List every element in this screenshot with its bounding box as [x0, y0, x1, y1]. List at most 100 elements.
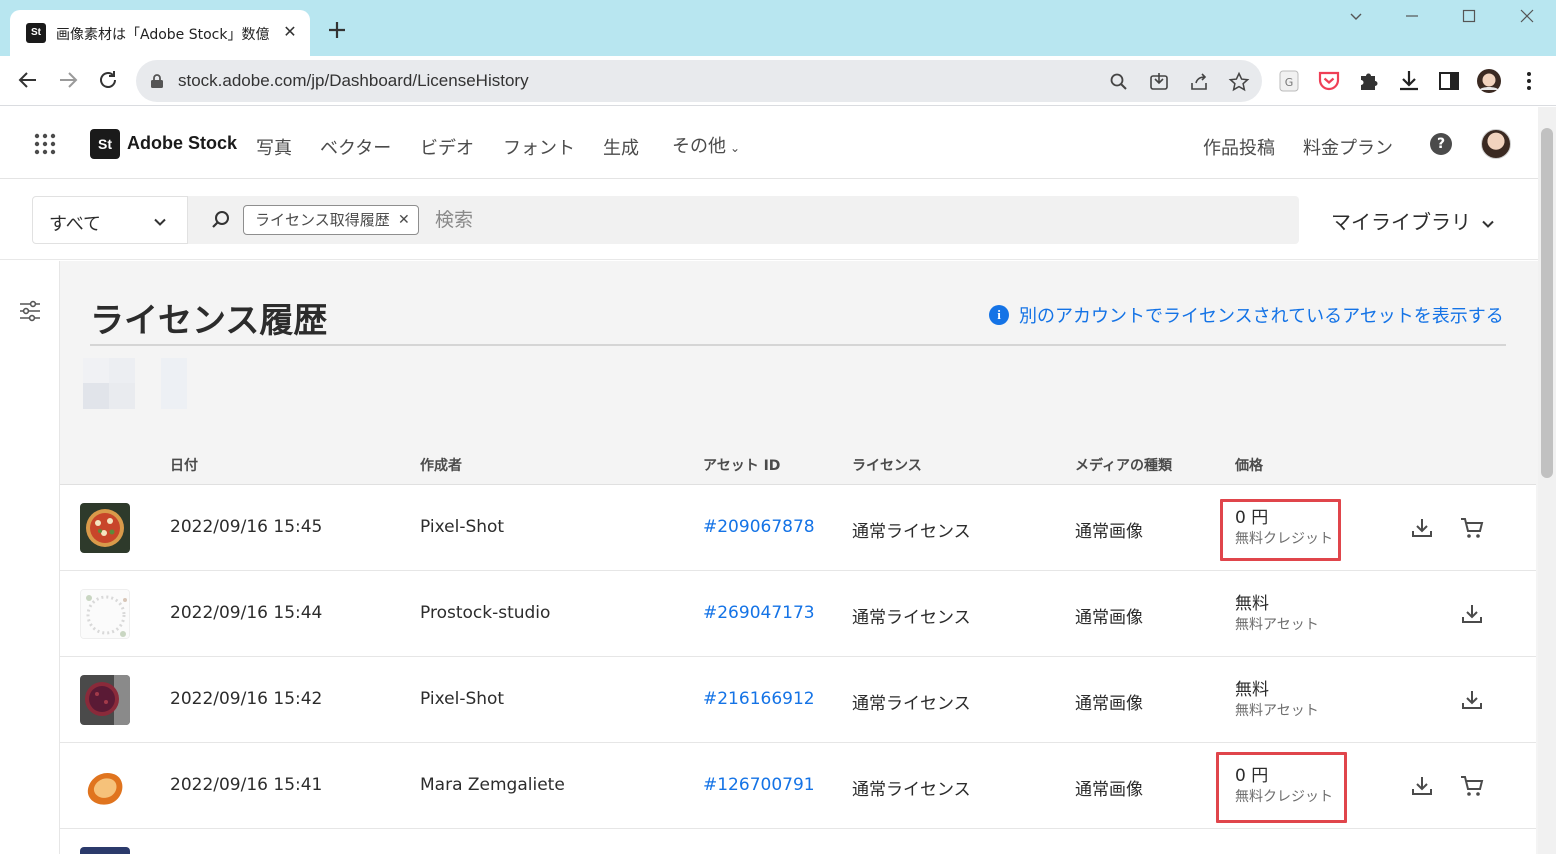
asset-thumbnail[interactable] — [80, 589, 130, 639]
browser-tab[interactable]: St 画像素材は「Adobe Stock」数億点 ✕ — [10, 10, 310, 56]
nav-fonts[interactable]: フォント — [503, 134, 575, 160]
nav-photos[interactable]: 写真 — [256, 134, 292, 160]
row-date: 2022/09/16 15:45 — [170, 517, 323, 537]
filter-chip-label: ライセンス取得履歴 — [255, 211, 390, 229]
asset-thumbnail[interactable] — [80, 847, 130, 854]
extensions-puzzle-icon[interactable] — [1356, 68, 1382, 94]
asset-thumbnail[interactable] — [80, 675, 130, 725]
adobe-stock-logo-icon[interactable]: St — [90, 129, 120, 159]
tab-search-chevron-icon[interactable] — [1342, 8, 1370, 32]
reload-icon[interactable] — [94, 67, 122, 95]
chevron-down-icon — [153, 214, 167, 233]
row-date: 2022/09/16 15:42 — [170, 689, 323, 709]
back-arrow-icon[interactable] — [14, 67, 42, 95]
scrollbar-thumb[interactable] — [1541, 128, 1553, 478]
table-row: 2022/09/16 15:45 Pixel-Shot #209067878 通… — [60, 485, 1536, 571]
row-date: 2022/09/16 15:44 — [170, 603, 323, 623]
adobe-stock-logo-text[interactable]: Adobe Stock — [127, 133, 237, 154]
nav-vectors[interactable]: ベクター — [320, 134, 391, 160]
downloads-icon[interactable] — [1396, 68, 1422, 94]
lock-icon[interactable] — [150, 73, 164, 89]
row-media-type: 通常画像 — [1075, 522, 1143, 542]
nav-contribute[interactable]: 作品投稿 — [1203, 134, 1275, 160]
column-header-price: 価格 — [1235, 458, 1263, 474]
row-asset-id-link[interactable]: #209067878 — [703, 517, 815, 537]
other-account-assets-link[interactable]: i 別のアカウントでライセンスされているアセットを表示する — [989, 302, 1504, 328]
column-header-license: ライセンス — [852, 458, 922, 474]
search-box: ライセンス取得履歴 ✕ — [188, 196, 1299, 244]
side-panel-icon[interactable] — [1436, 68, 1462, 94]
column-header-date: 日付 — [170, 458, 198, 474]
close-window-icon[interactable] — [1513, 8, 1541, 32]
row-media-type: 通常画像 — [1075, 780, 1143, 800]
row-asset-id-link[interactable]: #126700791 — [703, 775, 815, 795]
search-input[interactable] — [435, 196, 1275, 244]
chrome-menu-icon[interactable] — [1516, 68, 1542, 94]
search-scope-select[interactable]: すべて — [32, 196, 188, 244]
remove-chip-icon[interactable]: ✕ — [398, 206, 410, 234]
search-icon[interactable] — [210, 209, 232, 231]
url-text[interactable]: stock.adobe.com/jp/Dashboard/LicenseHist… — [178, 71, 529, 91]
column-header-creator: 作成者 — [420, 458, 462, 474]
table-row: 2022/09/16 15:41 Mara Zemgaliete #126700… — [60, 743, 1536, 829]
install-app-icon[interactable] — [1148, 71, 1170, 93]
row-license: 通常ライセンス — [852, 608, 971, 628]
row-price: 無料 無料アセット — [1235, 593, 1319, 635]
row-license: 通常ライセンス — [852, 522, 971, 542]
table-row: 2022/09/16 15:42 Pixel-Shot #216166912 通… — [60, 657, 1536, 743]
profile-avatar-icon[interactable] — [1476, 68, 1502, 94]
row-price: 無料 無料アセット — [1235, 679, 1319, 721]
row-date: 2022/09/16 15:41 — [170, 775, 323, 795]
loading-placeholder — [109, 383, 135, 409]
address-bar[interactable]: stock.adobe.com/jp/Dashboard/LicenseHist… — [136, 60, 1262, 102]
column-header-media-type: メディアの種類 — [1075, 458, 1173, 474]
browser-toolbar: stock.adobe.com/jp/Dashboard/LicenseHist… — [0, 56, 1556, 106]
pocket-icon[interactable] — [1316, 68, 1342, 94]
row-license: 通常ライセンス — [852, 694, 971, 714]
my-library-menu[interactable]: マイライブラリ — [1331, 206, 1495, 235]
app-grid-icon[interactable] — [34, 133, 56, 155]
bookmark-star-icon[interactable] — [1228, 71, 1250, 93]
forward-arrow-icon[interactable] — [54, 67, 82, 95]
help-icon[interactable]: ? — [1430, 133, 1452, 155]
loading-placeholder — [109, 358, 135, 383]
maximize-icon[interactable] — [1455, 8, 1483, 32]
download-icon[interactable] — [1459, 601, 1485, 627]
new-tab-plus-icon[interactable] — [324, 17, 350, 43]
zoom-search-icon[interactable] — [1108, 71, 1130, 93]
license-history-table: 2022/09/16 15:45 Pixel-Shot #209067878 通… — [60, 484, 1536, 854]
svg-text:G: G — [1285, 76, 1294, 89]
info-icon: i — [989, 305, 1009, 325]
search-row: すべて ライセンス取得履歴 ✕ マイライブラリ — [0, 180, 1538, 260]
cart-icon[interactable] — [1459, 773, 1485, 799]
nav-videos[interactable]: ビデオ — [420, 134, 474, 160]
asset-thumbnail[interactable] — [80, 503, 130, 553]
loading-placeholder — [83, 383, 109, 409]
download-icon[interactable] — [1459, 687, 1485, 713]
tab-title: 画像素材は「Adobe Stock」数億点 — [56, 27, 270, 43]
adobe-stock-favicon-icon: St — [26, 23, 46, 43]
chevron-down-icon — [1482, 220, 1495, 228]
price-highlight-box — [1220, 499, 1341, 561]
minimize-icon[interactable] — [1398, 8, 1426, 32]
filter-sliders-icon[interactable] — [18, 299, 42, 323]
filter-chip-license-history[interactable]: ライセンス取得履歴 ✕ — [243, 205, 419, 235]
table-row — [60, 829, 1536, 854]
loading-placeholder — [161, 358, 187, 409]
user-avatar[interactable] — [1481, 129, 1511, 159]
tab-close-icon[interactable]: ✕ — [280, 21, 300, 43]
nav-more[interactable]: その他 ⌄ — [672, 132, 740, 158]
row-asset-id-link[interactable]: #216166912 — [703, 689, 815, 709]
column-header-asset-id: アセット ID — [703, 458, 781, 474]
download-icon[interactable] — [1409, 773, 1435, 799]
row-license: 通常ライセンス — [852, 780, 971, 800]
nav-generate[interactable]: 生成 — [603, 134, 639, 160]
asset-thumbnail[interactable] — [80, 761, 130, 811]
extension-g-icon[interactable]: G — [1276, 68, 1302, 94]
download-icon[interactable] — [1409, 515, 1435, 541]
cart-icon[interactable] — [1459, 515, 1485, 541]
nav-pricing[interactable]: 料金プラン — [1303, 134, 1393, 160]
share-icon[interactable] — [1188, 71, 1210, 93]
row-asset-id-link[interactable]: #269047173 — [703, 603, 815, 623]
chevron-down-icon: ⌄ — [730, 141, 741, 155]
